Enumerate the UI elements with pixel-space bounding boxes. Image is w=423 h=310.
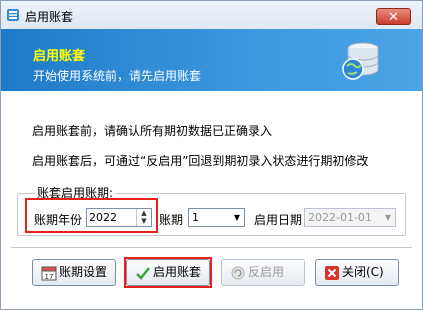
- close-button[interactable]: 关闭(C): [315, 259, 399, 286]
- period-label: 账期: [159, 213, 184, 227]
- chevron-down-icon: ▼: [384, 213, 392, 222]
- info-message-2: 启用账套后，可通过“反启用”回退到期初录入状态进行期初修改: [32, 154, 369, 168]
- window-title: 启用账套: [25, 10, 74, 24]
- period-settings-button[interactable]: 17 账期设置: [32, 259, 116, 286]
- window-close-button[interactable]: ✕: [376, 8, 411, 25]
- close-label: 关闭(C): [342, 265, 384, 279]
- svg-text:17: 17: [45, 273, 54, 281]
- divider: [11, 247, 412, 249]
- dialog-window: 启用账套 ✕ 启用账套 开始使用系统前，请先启用账套 启用账套前，请确认所有期初…: [0, 0, 423, 310]
- highlight-year-box: [25, 198, 158, 233]
- start-date-value: 2022-01-01: [308, 211, 372, 224]
- app-icon: [7, 9, 19, 21]
- period-settings-label: 账期设置: [59, 265, 108, 279]
- header-banner: 启用账套 开始使用系统前，请先启用账套: [1, 29, 422, 91]
- undo-icon: [231, 266, 245, 280]
- unenable-label: 反启用: [248, 265, 285, 279]
- calendar-icon: 17: [41, 266, 57, 281]
- unenable-button[interactable]: 反启用: [221, 259, 305, 286]
- header-subtitle: 开始使用系统前，请先启用账套: [33, 69, 202, 83]
- period-select[interactable]: 1 ▼: [188, 208, 245, 227]
- header-title: 启用账套: [33, 49, 86, 64]
- start-date-label: 启用日期: [254, 213, 303, 227]
- database-globe-icon: [342, 42, 379, 80]
- title-bar[interactable]: 启用账套 ✕: [1, 1, 422, 30]
- close-icon: ✕: [388, 10, 399, 25]
- info-message-1: 启用账套前，请确认所有期初数据已正确录入: [32, 124, 273, 138]
- start-date-picker: 2022-01-01 ▼: [304, 208, 396, 227]
- close-icon: [325, 266, 339, 280]
- period-value: 1: [192, 211, 199, 224]
- chevron-down-icon[interactable]: ▼: [230, 209, 244, 226]
- highlight-enable-box: [124, 257, 212, 288]
